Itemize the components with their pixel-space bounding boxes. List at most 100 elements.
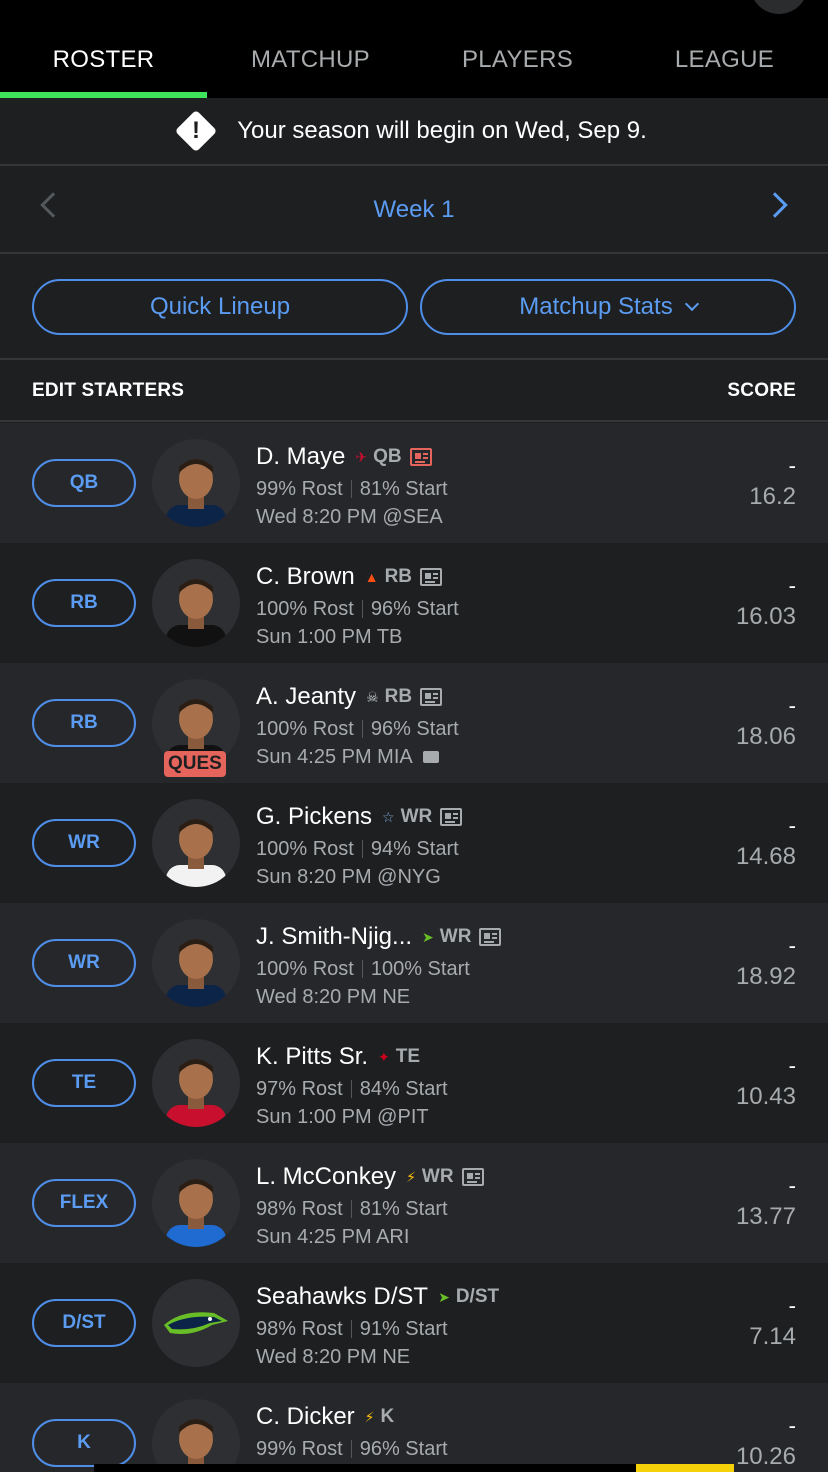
news-icon[interactable] xyxy=(479,928,502,946)
player-row[interactable]: FLEX L. McConkey ⚡ WR 98% Rost 81% Start… xyxy=(0,1143,828,1263)
projected-score: 7.14 xyxy=(749,1323,796,1350)
tab-matchup[interactable]: MATCHUP xyxy=(207,30,414,98)
news-icon[interactable] xyxy=(420,688,443,706)
game-info: Sun 4:25 PM ARI xyxy=(256,1225,410,1248)
ad-banner[interactable] xyxy=(94,1464,734,1472)
divider xyxy=(350,1200,352,1218)
notice-text: Your season will begin on Wed, Sep 9. xyxy=(237,117,647,144)
player-headshot[interactable] xyxy=(152,1279,240,1367)
projected-score: 18.92 xyxy=(735,963,796,990)
player-row[interactable]: TE K. Pitts Sr. ✦ TE 97% Rost 84% Start … xyxy=(0,1023,828,1143)
player-headshot[interactable] xyxy=(152,799,240,887)
divider xyxy=(361,600,363,618)
player-headshot[interactable] xyxy=(152,919,240,1007)
player-info: D. Maye ✈ QB 99% Rost 81% Start Wed 8:20… xyxy=(256,441,448,530)
lineup-slot-button[interactable]: RB xyxy=(32,579,136,627)
tab-roster[interactable]: ROSTER xyxy=(0,30,207,98)
player-name[interactable]: Seahawks D/ST xyxy=(256,1283,428,1311)
cowboys-logo-icon: ☆ xyxy=(382,809,395,825)
start-percent: 81% Start xyxy=(359,1197,448,1220)
roster-percent: 97% Rost xyxy=(256,1077,343,1100)
tab-players[interactable]: PLAYERS xyxy=(414,30,621,98)
player-name[interactable]: K. Pitts Sr. xyxy=(256,1043,368,1071)
roster-percent: 100% Rost xyxy=(256,717,354,740)
projected-score: 14.68 xyxy=(735,843,796,870)
player-row[interactable]: K C. Dicker ⚡ K 99% Rost 96% Start - 10.… xyxy=(0,1383,828,1472)
roster-percent: 98% Rost xyxy=(256,1197,343,1220)
bengals-logo-icon: ▲ xyxy=(364,569,379,585)
lineup-slot-button[interactable]: D/ST xyxy=(32,1299,136,1347)
actual-score: - xyxy=(788,573,796,598)
seahawks-logo-icon: ➤ xyxy=(438,1289,450,1305)
matchup-stats-button[interactable]: Matchup Stats xyxy=(420,279,796,335)
score-heading: SCORE xyxy=(727,380,796,401)
player-name[interactable]: C. Dicker xyxy=(256,1403,355,1431)
player-headshot[interactable] xyxy=(152,559,240,647)
start-percent: 81% Start xyxy=(359,477,448,500)
projected-score: 13.77 xyxy=(735,1203,796,1230)
actual-score: - xyxy=(788,1053,796,1078)
player-position: WR xyxy=(421,1166,454,1187)
tv-icon xyxy=(422,751,439,763)
roster-percent: 100% Rost xyxy=(256,597,354,620)
actual-score: - xyxy=(788,1173,796,1198)
player-row[interactable]: RB QUES A. Jeanty ☠ RB 100% Rost 96% Sta… xyxy=(0,663,828,783)
lineup-slot-button[interactable]: K xyxy=(32,1419,136,1467)
player-position: TE xyxy=(395,1046,421,1067)
player-position: RB xyxy=(384,686,413,707)
profile-avatar[interactable] xyxy=(750,0,808,14)
start-percent: 96% Start xyxy=(370,597,459,620)
divider xyxy=(361,840,363,858)
player-name[interactable]: D. Maye xyxy=(256,443,345,471)
lineup-slot-button[interactable]: QB xyxy=(32,459,136,507)
player-position: QB xyxy=(373,446,402,467)
news-icon[interactable] xyxy=(409,448,432,466)
player-row[interactable]: WR J. Smith-Njig... ➤ WR 100% Rost 100% … xyxy=(0,903,828,1023)
player-name[interactable]: J. Smith-Njig... xyxy=(256,923,412,951)
lineup-slot-button[interactable]: TE xyxy=(32,1059,136,1107)
player-headshot[interactable] xyxy=(152,439,240,527)
news-icon[interactable] xyxy=(461,1168,484,1186)
player-position: D/ST xyxy=(455,1286,500,1307)
section-header: EDIT STARTERS SCORE xyxy=(0,360,828,422)
roster-percent: 99% Rost xyxy=(256,477,343,500)
seahawks-logo-icon: ➤ xyxy=(422,929,434,945)
player-row[interactable]: QB D. Maye ✈ QB 99% Rost 81% Start Wed 8… xyxy=(0,423,828,543)
actual-score: - xyxy=(788,933,796,958)
top-navigation: ROSTER MATCHUP PLAYERS LEAGUE xyxy=(0,0,828,98)
player-name[interactable]: L. McConkey xyxy=(256,1163,396,1191)
player-name[interactable]: A. Jeanty xyxy=(256,683,356,711)
player-name[interactable]: G. Pickens xyxy=(256,803,372,831)
lineup-slot-button[interactable]: WR xyxy=(32,939,136,987)
actual-score: - xyxy=(788,453,796,478)
starters-list: QB D. Maye ✈ QB 99% Rost 81% Start Wed 8… xyxy=(0,423,828,1472)
lineup-slot-button[interactable]: FLEX xyxy=(32,1179,136,1227)
player-headshot[interactable] xyxy=(152,1399,240,1472)
player-row[interactable]: RB C. Brown ▲ RB 100% Rost 96% Start Sun… xyxy=(0,543,828,663)
news-icon[interactable] xyxy=(420,568,443,586)
quick-lineup-button[interactable]: Quick Lineup xyxy=(32,279,408,335)
lineup-slot-button[interactable]: WR xyxy=(32,819,136,867)
player-headshot[interactable] xyxy=(152,1159,240,1247)
projected-score: 16.2 xyxy=(749,483,796,510)
lineup-slot-button[interactable]: RB xyxy=(32,699,136,747)
actual-score: - xyxy=(788,693,796,718)
start-percent: 94% Start xyxy=(370,837,459,860)
player-headshot[interactable] xyxy=(152,1039,240,1127)
season-notice: ! Your season will begin on Wed, Sep 9. xyxy=(0,98,828,166)
player-row[interactable]: D/ST Seahawks D/ST ➤ D/ST 98% Rost 91% S… xyxy=(0,1263,828,1383)
roster-actions: Quick Lineup Matchup Stats xyxy=(0,254,828,360)
tab-league[interactable]: LEAGUE xyxy=(621,30,828,98)
edit-starters-heading: EDIT STARTERS xyxy=(32,380,185,401)
projected-score: 18.06 xyxy=(735,723,796,750)
player-row[interactable]: WR G. Pickens ☆ WR 100% Rost 94% Start S… xyxy=(0,783,828,903)
news-icon[interactable] xyxy=(440,808,463,826)
tab-bar: ROSTER MATCHUP PLAYERS LEAGUE xyxy=(0,30,828,98)
week-selector: Week 1 xyxy=(0,166,828,254)
week-label[interactable]: Week 1 xyxy=(0,196,828,224)
player-info: C. Brown ▲ RB 100% Rost 96% Start Sun 1:… xyxy=(256,561,459,650)
player-name[interactable]: C. Brown xyxy=(256,563,355,591)
game-info: Wed 8:20 PM NE xyxy=(256,1345,411,1368)
game-info: Sun 1:00 PM @PIT xyxy=(256,1105,429,1128)
player-info: K. Pitts Sr. ✦ TE 97% Rost 84% Start Sun… xyxy=(256,1041,448,1130)
